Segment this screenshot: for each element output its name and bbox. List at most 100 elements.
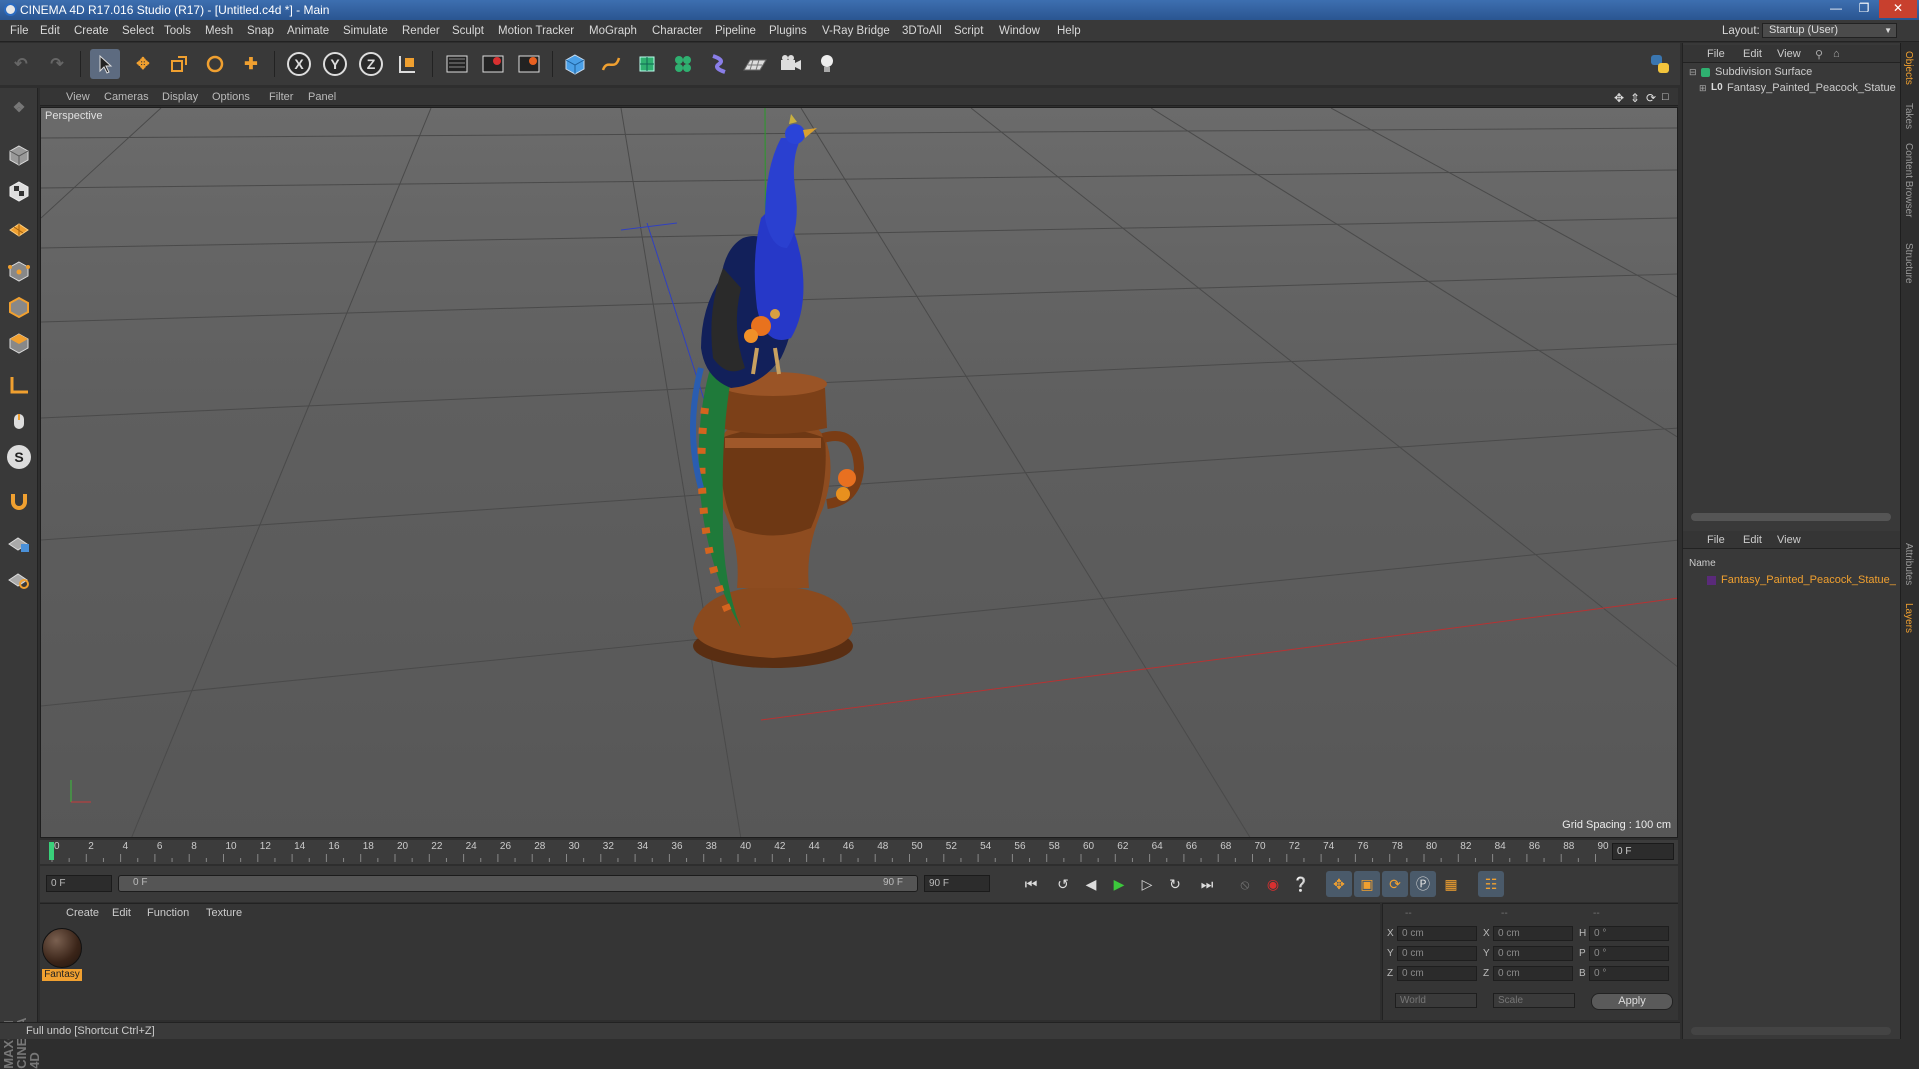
viewport-menu-panel[interactable]: Panel [308,91,336,103]
size-mode-select[interactable]: Scale [1493,993,1575,1008]
subdivision-surface-icon[interactable] [632,49,662,79]
layers-menu-view[interactable]: View [1777,534,1801,546]
viewport-menu-view[interactable]: View [66,91,90,103]
current-frame-field[interactable]: 0 F [1612,843,1674,860]
viewport-dolly-icon[interactable]: ⇕ [1630,91,1640,105]
go-to-start-icon[interactable]: ⏮ [1018,871,1044,897]
material-menu-texture[interactable]: Texture [206,907,242,919]
objects-menu-edit[interactable]: Edit [1743,48,1762,60]
lock-workplane-icon[interactable] [4,528,34,558]
restore-icon[interactable]: ❐ [1851,0,1877,18]
cloner-icon[interactable] [668,49,698,79]
magnet-icon[interactable] [4,486,34,516]
menu-vray-bridge[interactable]: V-Ray Bridge [822,25,890,37]
autokey-icon[interactable]: ❔ [1288,871,1314,897]
home-icon[interactable]: ⌂ [1833,48,1840,60]
workplane-snap-icon[interactable] [4,564,34,594]
axis-mode-icon[interactable] [4,370,34,400]
peacock-statue-model[interactable] [661,108,921,668]
cube-icon[interactable] [560,49,590,79]
search-icon[interactable]: ⚲ [1815,48,1823,61]
x-axis-lock-button[interactable]: X [284,49,314,79]
menu-plugins[interactable]: Plugins [769,25,807,37]
menu-3dtoall[interactable]: 3DToAll [902,25,942,37]
live-selection-icon[interactable]: ✚ [236,49,266,79]
tab-objects[interactable]: Objects [1903,51,1914,85]
menu-tools[interactable]: Tools [164,25,191,37]
menu-select[interactable]: Select [122,25,154,37]
viewport-menu-display[interactable]: Display [162,91,198,103]
keyframe-rotation-icon[interactable]: ⟳ [1382,871,1408,897]
menu-mograph[interactable]: MoGraph [589,25,637,37]
layer-row[interactable]: Fantasy_Painted_Peacock_Statue_ [1687,573,1901,589]
menu-help[interactable]: Help [1057,25,1081,37]
tab-layers[interactable]: Layers [1903,603,1914,633]
viewport-pan-icon[interactable]: ✥ [1614,91,1624,105]
start-frame-field[interactable]: 0 F [46,875,112,892]
viewport-maximize-icon[interactable]: □ [1662,91,1669,103]
redo-icon[interactable]: ↷ [42,49,72,79]
render-view-icon[interactable] [442,49,472,79]
make-editable-icon[interactable]: ❖ [4,92,34,122]
playhead-marker[interactable] [49,842,54,860]
polygons-mode-icon[interactable] [4,328,34,358]
snap-icon[interactable]: S [4,442,34,472]
coord-pos-y-field[interactable]: 0 cm [1397,946,1477,961]
record-active-icon[interactable]: ◉ [1260,871,1286,897]
floor-icon[interactable] [740,49,770,79]
camera-icon[interactable] [776,49,806,79]
viewport-menu-filter[interactable]: Filter [269,91,293,103]
coordinate-mode-select[interactable]: World [1395,993,1477,1008]
keyframe-scale-icon[interactable]: ▣ [1354,871,1380,897]
coord-pos-z-field[interactable]: 0 cm [1397,966,1477,981]
step-back-icon[interactable]: ◀ [1078,871,1104,897]
menu-edit[interactable]: Edit [40,25,60,37]
objects-horizontal-scrollbar[interactable] [1691,513,1891,521]
menu-character[interactable]: Character [652,25,703,37]
next-key-icon[interactable]: ↻ [1162,871,1188,897]
object-tree-item-subdivision[interactable]: ⊟ Subdivision Surface [1687,65,1897,81]
light-bulb-icon[interactable] [812,49,842,79]
keyframe-parameter-icon[interactable]: Ⓟ [1410,871,1436,897]
render-settings-icon[interactable] [514,49,544,79]
go-to-end-icon[interactable]: ⏭ [1194,871,1220,897]
record-off-icon[interactable]: ⦸ [1232,871,1258,897]
step-forward-icon[interactable]: ▷ [1134,871,1160,897]
pen-spline-icon[interactable] [596,49,626,79]
coord-rot-h-field[interactable]: 0 ° [1589,926,1669,941]
viewport-menu-cameras[interactable]: Cameras [104,91,149,103]
menu-motion-tracker[interactable]: Motion Tracker [498,25,574,37]
keyframe-position-icon[interactable]: ✥ [1326,871,1352,897]
collapse-icon[interactable]: ⊟ [1689,67,1697,78]
layers-horizontal-scrollbar[interactable] [1691,1027,1891,1035]
menu-create[interactable]: Create [74,25,109,37]
previous-key-icon[interactable]: ↺ [1050,871,1076,897]
material-swatch[interactable]: Fantasy [42,928,82,982]
menu-snap[interactable]: Snap [247,25,274,37]
objects-menu-view[interactable]: View [1777,48,1801,60]
expand-icon[interactable]: ⊞ [1699,83,1707,94]
menu-window[interactable]: Window [999,25,1040,37]
close-icon[interactable]: ✕ [1879,0,1917,18]
menu-pipeline[interactable]: Pipeline [715,25,756,37]
frame-range-slider[interactable]: 0 F 90 F [118,875,918,892]
coordinate-system-icon[interactable] [392,49,422,79]
tab-takes[interactable]: Takes [1903,103,1914,129]
render-picture-viewer-icon[interactable] [478,49,508,79]
tab-content-browser[interactable]: Content Browser [1903,143,1914,217]
move-icon[interactable]: ✥ [128,49,158,79]
end-frame-field[interactable]: 90 F [924,875,990,892]
coord-pos-x-field[interactable]: 0 cm [1397,926,1477,941]
object-tree-item-peacock[interactable]: ⊞ L0 Fantasy_Painted_Peacock_Statue [1687,81,1897,97]
menu-file[interactable]: File [10,25,29,37]
python-icon[interactable] [1644,49,1676,79]
3d-viewport[interactable]: Perspective Grid Spacing : 100 cm [40,107,1678,838]
deformer-icon[interactable] [704,49,734,79]
minimize-icon[interactable]: — [1823,0,1849,18]
select-arrow-icon[interactable] [90,49,120,79]
apply-button[interactable]: Apply [1591,993,1673,1010]
tweak-mode-icon[interactable] [4,406,34,436]
menu-mesh[interactable]: Mesh [205,25,233,37]
points-mode-icon[interactable] [4,256,34,286]
coord-size-z-field[interactable]: 0 cm [1493,966,1573,981]
